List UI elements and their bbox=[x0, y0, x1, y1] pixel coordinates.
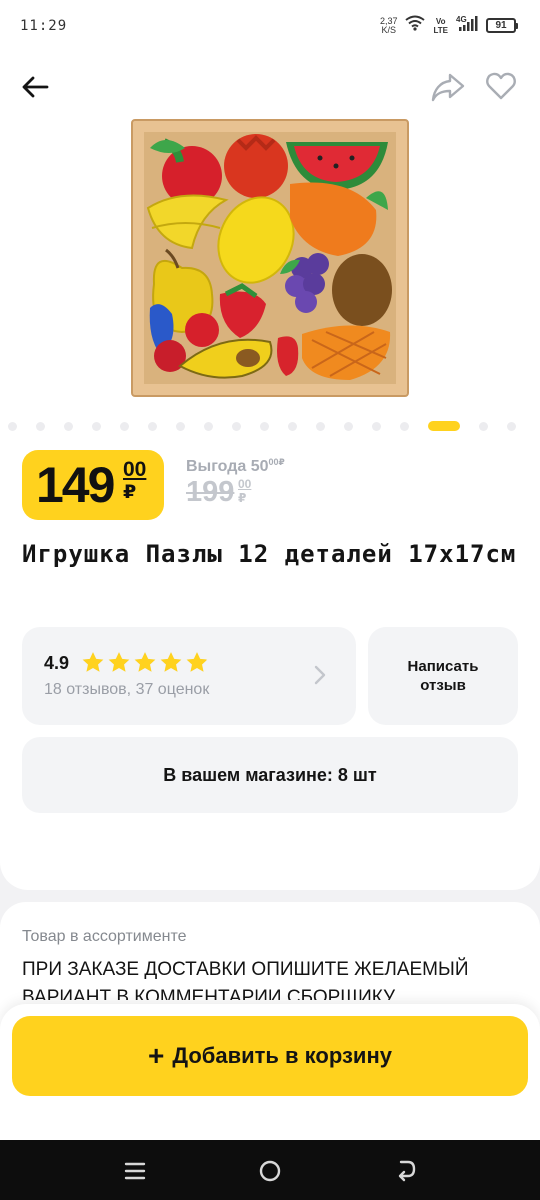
price-current-kopecks: 00 bbox=[123, 458, 147, 481]
write-review-button[interactable]: Написать отзыв bbox=[368, 627, 518, 725]
chevron-right-icon bbox=[314, 665, 326, 685]
system-nav-bar bbox=[0, 1140, 540, 1200]
carousel-dot[interactable] bbox=[176, 422, 185, 431]
discount-label: Выгода 5000₽ bbox=[186, 457, 285, 476]
heart-outline-icon bbox=[486, 72, 516, 100]
old-price: 199 bbox=[186, 476, 235, 508]
battery-icon: 91 bbox=[486, 18, 518, 33]
old-price-currency: ₽ bbox=[238, 491, 247, 505]
carousel-dot[interactable] bbox=[36, 422, 45, 431]
carousel-dot[interactable] bbox=[232, 422, 241, 431]
carousel-dot[interactable] bbox=[204, 422, 213, 431]
discount-kopecks: 00 bbox=[268, 457, 279, 467]
star-full-icon bbox=[106, 647, 132, 677]
carousel-dot[interactable] bbox=[507, 422, 516, 431]
home-circle-icon bbox=[259, 1160, 281, 1182]
price-currency: ₽ bbox=[123, 482, 137, 503]
star-full-icon bbox=[158, 647, 184, 677]
image-carousel-dots[interactable] bbox=[0, 419, 540, 433]
carousel-dot[interactable] bbox=[316, 422, 325, 431]
add-to-cart-button[interactable]: + Добавить в корзину bbox=[12, 1016, 528, 1096]
price-badge: 149 00 ₽ bbox=[22, 450, 164, 520]
share-icon bbox=[431, 73, 465, 102]
nav-back-button[interactable] bbox=[384, 1154, 428, 1188]
product-image[interactable] bbox=[130, 118, 410, 398]
menu-lines-icon bbox=[124, 1162, 146, 1180]
status-time: 11:29 bbox=[20, 18, 68, 34]
carousel-dot[interactable] bbox=[400, 422, 409, 431]
carousel-dot[interactable] bbox=[148, 422, 157, 431]
favorite-button[interactable] bbox=[480, 66, 522, 106]
price-current: 149 bbox=[36, 457, 115, 513]
carousel-dot[interactable] bbox=[372, 422, 381, 431]
volte-top: Vo bbox=[435, 16, 446, 26]
carousel-dot[interactable] bbox=[479, 422, 488, 431]
volte-indicator: Vo LTE bbox=[433, 17, 448, 35]
discount-value: Выгода 50 bbox=[186, 458, 269, 475]
nav-menu-button[interactable] bbox=[113, 1154, 157, 1188]
share-button[interactable] bbox=[426, 68, 470, 106]
star-full-icon bbox=[132, 647, 158, 677]
add-to-cart-label: Добавить в корзину bbox=[172, 1043, 392, 1068]
star-partial-icon bbox=[184, 647, 210, 677]
rating-card[interactable]: 4.9 18 отзывов, 37 оценок bbox=[22, 627, 356, 725]
store-stock: В вашем магазине: 8 шт bbox=[22, 737, 518, 813]
signal-icon: 4G bbox=[456, 14, 478, 37]
reviews-count: 18 отзывов, 37 оценок bbox=[44, 681, 210, 698]
old-price-kopecks: 00 bbox=[238, 477, 252, 491]
carousel-dot[interactable] bbox=[288, 422, 297, 431]
wifi-icon bbox=[405, 15, 426, 36]
carousel-dot[interactable] bbox=[120, 422, 129, 431]
network-speed-unit: K/S bbox=[381, 24, 396, 35]
assortment-label: Товар в ассортименте bbox=[22, 928, 187, 945]
carousel-dot[interactable] bbox=[260, 422, 269, 431]
volte-bottom: LTE bbox=[433, 25, 448, 35]
plus-icon: + bbox=[148, 1040, 165, 1071]
rating-stars bbox=[80, 647, 210, 677]
cart-bar: + Добавить в корзину bbox=[0, 1004, 540, 1140]
product-panel: 149 00 ₽ Выгода 5000₽ 199 00 ₽ Игрушка П… bbox=[0, 56, 540, 890]
discount-currency: ₽ bbox=[278, 457, 285, 467]
carousel-dot-active[interactable] bbox=[428, 421, 460, 431]
back-arrow-icon bbox=[398, 1160, 416, 1182]
network-speed: 2,37 K/S bbox=[380, 16, 398, 35]
product-title: Игрушка Пазлы 12 деталей 17х17см bbox=[22, 540, 517, 568]
battery-level: 91 bbox=[486, 18, 516, 33]
rating-value: 4.9 bbox=[44, 653, 70, 673]
delivery-note: ПРИ ЗАКАЗЕ ДОСТАВКИ ОПИШИТЕ ЖЕЛАЕМЫЙ ВАР… bbox=[22, 959, 469, 1000]
carousel-dot[interactable] bbox=[344, 422, 353, 431]
network-type: 4G bbox=[456, 15, 467, 24]
carousel-dot[interactable] bbox=[64, 422, 73, 431]
status-indicators: 2,37 K/S Vo LTE 4G 91 bbox=[380, 14, 518, 37]
carousel-dot[interactable] bbox=[8, 422, 17, 431]
back-button[interactable] bbox=[14, 68, 56, 106]
arrow-left-icon bbox=[22, 76, 49, 98]
carousel-dot[interactable] bbox=[92, 422, 101, 431]
nav-home-button[interactable] bbox=[248, 1154, 292, 1188]
star-full-icon bbox=[80, 647, 106, 677]
status-bar: 11:29 2,37 K/S Vo LTE 4G 91 bbox=[0, 0, 540, 56]
